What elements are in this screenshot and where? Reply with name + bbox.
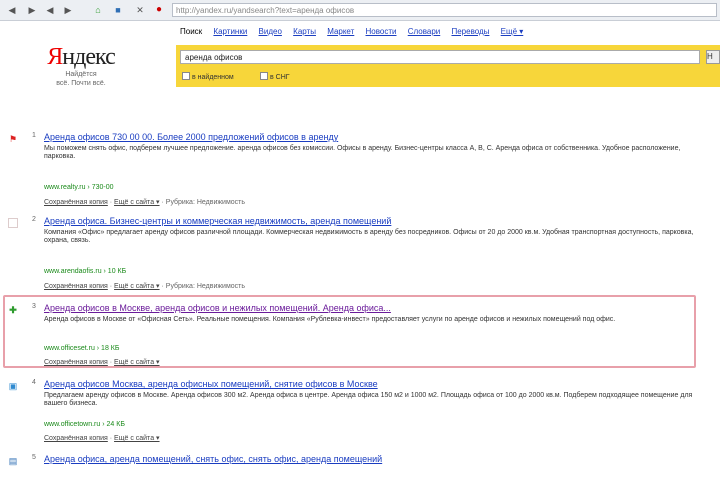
result-url[interactable]: www.arendaofis.ru › 10 КБ	[44, 268, 126, 275]
cached-copy-link[interactable]: Сохранённая копия	[44, 199, 108, 206]
stop-icon[interactable]: ✕	[134, 4, 146, 16]
logo-slogan-line1: Найдётся	[65, 71, 97, 78]
option-in-found-label: в найденном	[192, 74, 234, 81]
option-in-found[interactable]: в найденном	[182, 72, 234, 81]
more-from-site-link[interactable]: Ещё с сайта ▾	[114, 359, 160, 366]
yandex-logo[interactable]: Яндекс Найдётся всё. Почти всё.	[44, 44, 118, 88]
result-number: 3	[32, 303, 36, 310]
cached-copy-link[interactable]: Сохранённая копия	[44, 283, 108, 290]
tab-video[interactable]: Видео	[259, 27, 282, 36]
tab-images[interactable]: Картинки	[213, 27, 247, 36]
result-title-link[interactable]: Аренда офисов Москва, аренда офисных пом…	[44, 379, 378, 389]
result-number: 1	[32, 132, 36, 139]
tab-maps[interactable]: Карты	[293, 27, 316, 36]
result-url[interactable]: www.realty.ru › 730-00	[44, 184, 114, 191]
result-snippet: Компания «Офис» предлагает аренду офисов…	[44, 229, 694, 244]
result-links: Сохранённая копия · Ещё с сайта ▾ · Рубр…	[44, 199, 245, 206]
more-from-site-link[interactable]: Ещё с сайта ▾	[114, 199, 160, 206]
option-cis-label: в СНГ	[270, 74, 290, 81]
result-snippet: Аренда офисов в Москве от «Офисная Сеть»…	[44, 316, 616, 323]
checkbox-icon[interactable]	[260, 72, 268, 80]
back-icon[interactable]: ◀	[6, 4, 18, 16]
home-icon[interactable]: ⌂	[92, 4, 104, 16]
tab-more[interactable]: Ещё ▾	[501, 27, 524, 36]
plus-icon: ✚	[9, 305, 17, 315]
checkbox-icon[interactable]	[182, 72, 190, 80]
more-from-site-link[interactable]: Ещё с сайта ▾	[114, 283, 160, 290]
result-number: 2	[32, 216, 36, 223]
address-bar[interactable]: http://yandex.ru/yandsearch?text=аренда …	[172, 3, 717, 17]
back-icon[interactable]: ◀	[44, 4, 56, 16]
result-url[interactable]: www.officeset.ru › 18 КБ	[44, 345, 119, 352]
option-cis[interactable]: в СНГ	[260, 72, 290, 81]
result-url[interactable]: www.officetown.ru › 24 КБ	[44, 421, 125, 428]
browser-toolbar: ◀ ▶ ◀ ▶ ⌂ ■ ✕ ● http://yandex.ru/yandsea…	[0, 0, 720, 21]
forward-icon[interactable]: ▶	[26, 4, 38, 16]
result-links: Сохранённая копия · Ещё с сайта ▾	[44, 435, 160, 442]
result-links: Сохранённая копия · Ещё с сайта ▾ · Рубр…	[44, 283, 245, 290]
search-bar: аренда офисов Н в найденном в СНГ	[176, 45, 720, 87]
logo-slogan-line2: всё. Почти всё.	[56, 80, 106, 87]
tab-translate[interactable]: Переводы	[451, 27, 489, 36]
result-number: 5	[32, 454, 36, 461]
bookmark-icon[interactable]: ■	[112, 4, 124, 16]
result-number: 4	[32, 379, 36, 386]
result-snippet: Предлагаем аренду офисов в Москве. Аренд…	[44, 392, 693, 407]
result-title-link[interactable]: Аренда офиса. Бизнес-центры и коммерческ…	[44, 216, 391, 226]
tab-dictionaries[interactable]: Словари	[408, 27, 441, 36]
logo-letter: Я	[47, 44, 63, 70]
document-icon: ▣	[8, 381, 18, 391]
document-icon: ▤	[8, 456, 18, 466]
tab-market[interactable]: Маркет	[327, 27, 354, 36]
logo-word: ндекс	[62, 44, 115, 70]
result-links: Сохранённая копия · Ещё с сайта ▾	[44, 359, 160, 366]
result-title-link[interactable]: Аренда офисов в Москве, аренда офисов и …	[44, 303, 391, 313]
tab-search[interactable]: Поиск	[180, 27, 202, 36]
more-from-site-link[interactable]: Ещё с сайта ▾	[114, 435, 160, 442]
page-icon: ●	[156, 4, 163, 15]
result-title-link[interactable]: Аренда офиса, аренда помещений, снять оф…	[44, 454, 382, 464]
result-title-link[interactable]: Аренда офисов 730 00 00. Более 2000 пред…	[44, 132, 338, 142]
tab-news[interactable]: Новости	[366, 27, 397, 36]
forward-icon[interactable]: ▶	[62, 4, 74, 16]
search-button[interactable]: Н	[706, 50, 720, 64]
result-snippet: Мы поможем снять офис, подберем лучшее п…	[44, 145, 681, 160]
search-tabs: Поиск Картинки Видео Карты Маркет Новост…	[180, 27, 532, 36]
result-category[interactable]: Рубрика: Недвижимость	[166, 283, 245, 290]
flag-icon: ⚑	[8, 134, 18, 144]
search-input[interactable]: аренда офисов	[180, 50, 700, 64]
result-category[interactable]: Рубрика: Недвижимость	[166, 199, 245, 206]
page-icon	[8, 218, 18, 228]
cached-copy-link[interactable]: Сохранённая копия	[44, 359, 108, 366]
cached-copy-link[interactable]: Сохранённая копия	[44, 435, 108, 442]
